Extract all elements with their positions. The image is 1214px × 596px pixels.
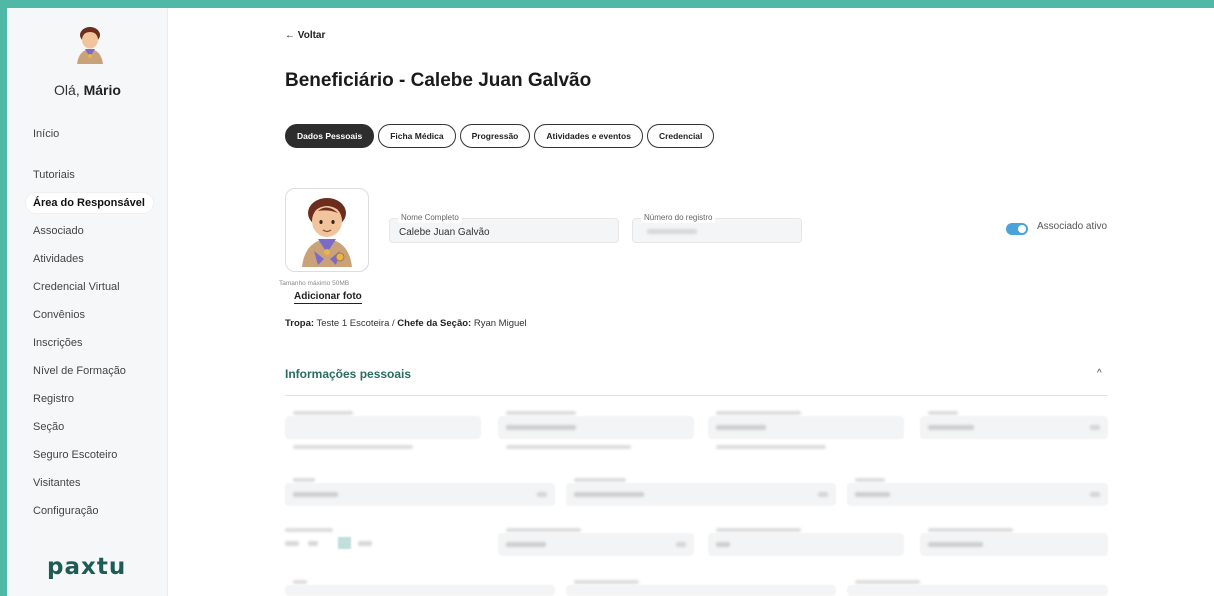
tab-dados-pessoais[interactable]: Dados Pessoais xyxy=(285,124,375,148)
redacted-label xyxy=(928,528,1013,532)
section-info: Tropa: Teste 1 Escoteira / Chefe da Seçã… xyxy=(285,318,527,329)
redacted-field[interactable] xyxy=(847,585,1108,596)
sidebar-item-visitantes[interactable]: Visitantes xyxy=(33,473,81,493)
greeting: Olá, Mário xyxy=(7,82,168,98)
redacted-helper xyxy=(506,445,631,449)
redacted-label xyxy=(293,580,307,584)
main-content: ← Voltar Beneficiário - Calebe Juan Galv… xyxy=(168,8,1214,596)
profile-photo[interactable] xyxy=(285,188,369,272)
registry-number-label: Número do registro xyxy=(641,213,716,223)
redacted-label xyxy=(716,528,801,532)
personal-info-title: Informações pessoais xyxy=(285,367,412,381)
redacted-field[interactable] xyxy=(708,416,904,439)
full-name-field[interactable]: Nome Completo Calebe Juan Galvão xyxy=(389,213,619,243)
sidebar-item-area-do-responsavel[interactable]: Área do Responsável xyxy=(26,193,153,213)
sidebar-item-nivel-de-formacao[interactable]: Nível de Formação xyxy=(33,361,126,381)
redacted-label xyxy=(285,528,333,532)
sidebar-item-inscricoes[interactable]: Inscrições xyxy=(33,333,83,353)
tab-atividades-e-eventos[interactable]: Atividades e eventos xyxy=(534,124,643,148)
redacted-helper xyxy=(716,445,826,449)
tab-progressao[interactable]: Progressão xyxy=(459,124,531,148)
greeting-user-name: Mário xyxy=(83,82,121,98)
back-link[interactable]: ← Voltar xyxy=(285,30,325,41)
redacted-field[interactable] xyxy=(708,533,904,556)
sidebar-item-secao[interactable]: Seção xyxy=(33,417,64,437)
sidebar-item-seguro-escoteiro[interactable]: Seguro Escoteiro xyxy=(33,445,117,465)
sidebar-item-atividades[interactable]: Atividades xyxy=(33,249,84,269)
chevron-up-icon[interactable]: ^ xyxy=(1097,368,1102,379)
photo-max-size: Tamanho máximo 50MB xyxy=(279,280,350,287)
redacted-field[interactable] xyxy=(566,585,836,596)
sidebar-item-configuracao[interactable]: Configuração xyxy=(33,501,98,521)
redacted-label xyxy=(716,411,801,415)
redacted-label xyxy=(574,580,639,584)
associate-active-label: Associado ativo xyxy=(1037,221,1108,232)
redacted-field[interactable] xyxy=(285,483,555,506)
redacted-field[interactable] xyxy=(566,483,836,506)
redacted-label xyxy=(574,478,626,482)
registry-number-redacted xyxy=(647,229,697,234)
child-avatar-image xyxy=(302,198,352,267)
redacted-value xyxy=(285,541,299,546)
sidebar: Olá, Mário Início Tutoriais Área do Resp… xyxy=(7,8,168,596)
section-divider xyxy=(285,395,1108,396)
redacted-label xyxy=(506,411,576,415)
redacted-label xyxy=(293,478,315,482)
tropa-value: Teste 1 Escoteira / xyxy=(316,318,395,329)
redacted-field[interactable] xyxy=(498,533,694,556)
registry-number-field[interactable]: Número do registro xyxy=(632,213,802,243)
sidebar-item-associado[interactable]: Associado xyxy=(33,221,84,241)
redacted-field[interactable] xyxy=(920,533,1108,556)
redacted-label xyxy=(928,411,958,415)
chefe-value: Ryan Miguel xyxy=(473,318,527,329)
redacted-field[interactable] xyxy=(285,585,555,596)
tab-credencial[interactable]: Credencial xyxy=(646,124,715,148)
redacted-label xyxy=(506,528,581,532)
full-name-label: Nome Completo xyxy=(398,213,462,223)
app-frame: Olá, Mário Início Tutoriais Área do Resp… xyxy=(0,0,1214,596)
sidebar-item-registro[interactable]: Registro xyxy=(33,389,74,409)
redacted-field[interactable] xyxy=(285,416,481,439)
sidebar-item-credencial-virtual[interactable]: Credencial Virtual xyxy=(33,277,120,297)
tropa-label: Tropa: xyxy=(285,318,315,329)
redacted-value xyxy=(308,541,318,546)
page-title: Beneficiário - Calebe Juan Galvão xyxy=(285,70,592,91)
paxtu-logo[interactable]: paxtu xyxy=(47,554,126,580)
associate-active-toggle[interactable] xyxy=(1006,223,1028,235)
redacted-label xyxy=(855,478,885,482)
full-name-value: Calebe Juan Galvão xyxy=(399,227,490,238)
redacted-value xyxy=(358,541,372,546)
redacted-field[interactable] xyxy=(920,416,1108,439)
sidebar-item-inicio[interactable]: Início xyxy=(33,124,59,144)
chefe-label: Chefe da Seção: xyxy=(397,318,472,329)
redacted-field[interactable] xyxy=(498,416,694,439)
sidebar-item-convenios[interactable]: Convênios xyxy=(33,305,85,325)
tab-ficha-medica[interactable]: Ficha Médica xyxy=(378,124,456,148)
redacted-field[interactable] xyxy=(847,483,1108,506)
redacted-label xyxy=(293,411,353,415)
add-photo-button[interactable]: Adicionar foto xyxy=(294,291,362,304)
redacted-label xyxy=(855,580,920,584)
redacted-color-swatch xyxy=(338,537,351,549)
tab-bar: Dados Pessoais Ficha Médica Progressão A… xyxy=(285,124,715,148)
sidebar-item-tutoriais[interactable]: Tutoriais xyxy=(33,165,75,185)
greeting-prefix: Olá, xyxy=(54,82,80,98)
redacted-helper xyxy=(293,445,413,449)
user-avatar[interactable] xyxy=(73,26,107,64)
